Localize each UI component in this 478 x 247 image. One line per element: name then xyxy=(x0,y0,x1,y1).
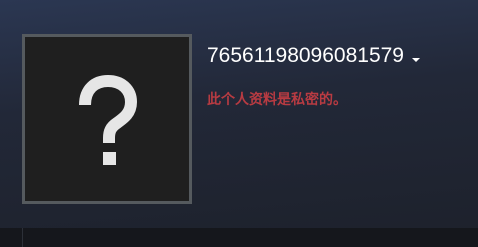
chevron-down-icon[interactable] xyxy=(412,58,420,62)
question-mark-icon xyxy=(79,75,137,165)
profile-header: 76561198096081579 此个人资料是私密的。 xyxy=(0,0,478,228)
private-profile-notice: 此个人资料是私密的。 xyxy=(207,92,347,108)
avatar xyxy=(25,37,189,201)
persona-name-row[interactable]: 76561198096081579 xyxy=(207,42,420,70)
profile-content-strip xyxy=(0,228,478,247)
persona-name: 76561198096081579 xyxy=(207,44,404,67)
profile-avatar-frame xyxy=(22,34,192,204)
divider xyxy=(22,228,23,247)
